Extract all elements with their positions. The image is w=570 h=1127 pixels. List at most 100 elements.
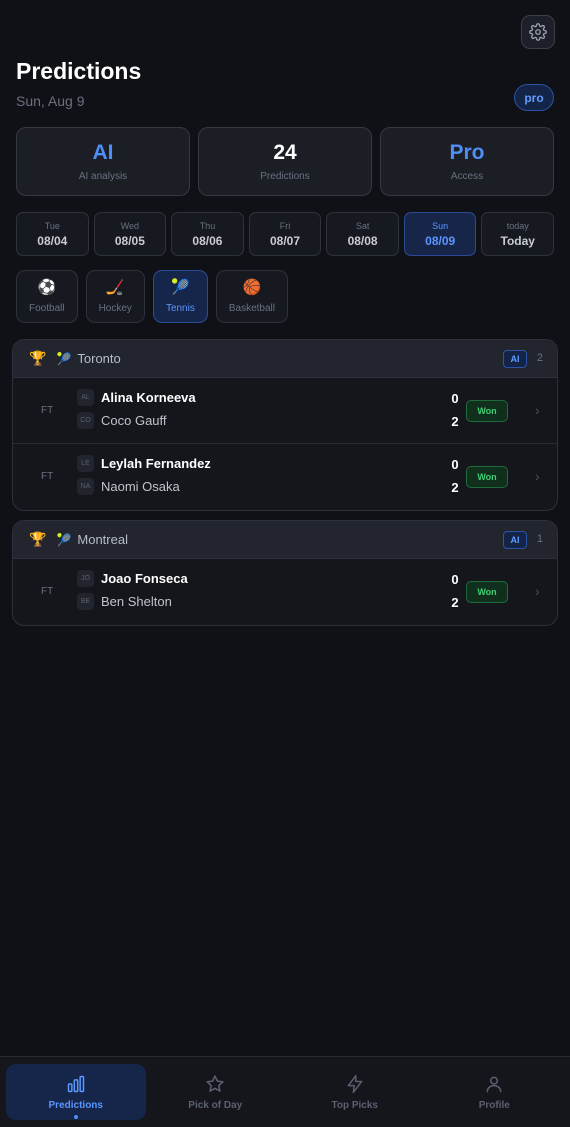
date-value: 08/07 bbox=[270, 233, 301, 248]
stat-predictions: 24 Predictions bbox=[198, 127, 372, 196]
match-count: 2 bbox=[536, 352, 543, 364]
date-day: Fri bbox=[279, 220, 291, 231]
player-row: NA Naomi Osaka bbox=[77, 478, 180, 495]
stat-value: 24 bbox=[273, 141, 297, 164]
player-name: Coco Gauff bbox=[101, 413, 167, 428]
date-sun[interactable]: Sun 08/09 bbox=[403, 212, 477, 256]
date-day: today bbox=[506, 220, 529, 231]
date-selector: Tue 08/04 Wed 08/05 Thu 08/06 Fri 08/07 … bbox=[16, 212, 555, 256]
stats-row: AI AI analysis 24 Predictions Pro Access bbox=[16, 127, 554, 196]
nav-pick-of-day[interactable]: Pick of Day bbox=[146, 1064, 286, 1120]
player-row: JO Joao Fonseca bbox=[77, 570, 188, 587]
sport-label: Football bbox=[29, 302, 65, 314]
lightning-icon bbox=[347, 1074, 363, 1093]
pro-badge[interactable]: pro bbox=[514, 84, 554, 111]
league-header[interactable]: 🏆 🎾 Montreal AI 1 bbox=[13, 521, 557, 559]
tennis-icon: 🎾 bbox=[171, 278, 190, 296]
tab-basketball[interactable]: 🏀 Basketball bbox=[215, 270, 288, 323]
chevron-right-icon: › bbox=[535, 402, 540, 418]
sport-tabs: ⚽ Football 🏒 Hockey 🎾 Tennis 🏀 Basketbal… bbox=[16, 270, 288, 323]
match-status: FT bbox=[41, 586, 54, 597]
date-day: Tue bbox=[44, 220, 60, 231]
settings-button[interactable] bbox=[521, 15, 555, 49]
date-today[interactable]: today Today bbox=[481, 212, 555, 256]
tab-football[interactable]: ⚽ Football bbox=[16, 270, 78, 323]
player-initials: CO bbox=[77, 412, 94, 429]
player-initials: NA bbox=[77, 478, 94, 495]
date-value: 08/08 bbox=[347, 233, 378, 248]
result-badge: Won bbox=[466, 400, 508, 422]
stat-value: AI bbox=[92, 141, 114, 164]
league-header[interactable]: 🏆 🎾 Toronto AI 2 bbox=[13, 340, 557, 378]
date-day: Thu bbox=[199, 220, 216, 231]
star-icon bbox=[206, 1074, 224, 1092]
active-indicator bbox=[73, 1115, 78, 1119]
date-value: 08/04 bbox=[37, 233, 68, 248]
trophy-icon: 🏆 bbox=[29, 531, 47, 547]
nav-predictions[interactable]: Predictions bbox=[6, 1064, 146, 1120]
chevron-right-icon: › bbox=[535, 583, 540, 599]
league-card-toronto: 🏆 🎾 Toronto AI 2 FT AL Alina Korneeva CO… bbox=[12, 339, 558, 511]
stat-ai: AI AI analysis bbox=[16, 127, 190, 196]
football-icon: ⚽ bbox=[37, 278, 57, 296]
match-status: FT bbox=[41, 405, 54, 416]
hockey-icon: 🏒 bbox=[105, 278, 125, 296]
page-title: Predictions bbox=[16, 58, 142, 84]
date-day: Wed bbox=[120, 220, 140, 231]
sport-label: Basketball bbox=[228, 302, 275, 314]
page-date: Sun, Aug 9 bbox=[16, 93, 85, 109]
date-tue[interactable]: Tue 08/04 bbox=[16, 212, 89, 256]
player-name: Ben Shelton bbox=[101, 594, 172, 609]
league-name: Toronto bbox=[77, 351, 121, 366]
result-badge: Won bbox=[466, 581, 508, 603]
date-day: Sat bbox=[355, 220, 370, 231]
nav-label: Pick of Day bbox=[188, 1099, 243, 1111]
nav-profile[interactable]: Profile bbox=[425, 1064, 565, 1120]
basketball-icon: 🏀 bbox=[242, 278, 262, 296]
tab-tennis[interactable]: 🎾 Tennis bbox=[152, 270, 208, 323]
date-value: 08/05 bbox=[114, 233, 145, 248]
player-initials: BE bbox=[77, 593, 94, 610]
tennis-icon: 🎾 bbox=[56, 351, 72, 366]
league-card-montreal: 🏆 🎾 Montreal AI 1 FT JO Joao Fonseca BE … bbox=[12, 520, 558, 626]
date-fri[interactable]: Fri 08/07 bbox=[248, 212, 322, 256]
chevron-right-icon: › bbox=[535, 468, 540, 484]
result-badge: Won bbox=[466, 466, 508, 488]
date-day: Sun bbox=[432, 220, 449, 231]
player-name: Alina Korneeva bbox=[101, 390, 196, 405]
nav-label: Top Picks bbox=[331, 1099, 379, 1111]
date-wed[interactable]: Wed 08/05 bbox=[93, 212, 167, 256]
nav-top-picks[interactable]: Top Picks bbox=[285, 1064, 425, 1120]
player-name: Leylah Fernandez bbox=[101, 456, 211, 471]
player-score: 0 bbox=[451, 572, 459, 587]
stat-access: Pro Access bbox=[380, 127, 554, 196]
player-score: 2 bbox=[451, 480, 459, 495]
player-score: 2 bbox=[451, 414, 459, 429]
gear-icon bbox=[529, 23, 547, 41]
match-row[interactable]: FT JO Joao Fonseca BE Ben Shelton 0 2 Wo… bbox=[13, 559, 557, 625]
tennis-icon: 🎾 bbox=[56, 532, 72, 547]
sport-label: Tennis bbox=[165, 302, 195, 314]
player-row: AL Alina Korneeva bbox=[77, 389, 196, 406]
date-value: 08/09 bbox=[425, 233, 456, 248]
trophy-icon: 🏆 bbox=[29, 350, 47, 366]
bar-chart-icon bbox=[67, 1075, 84, 1092]
match-status: FT bbox=[41, 471, 54, 482]
date-thu[interactable]: Thu 08/06 bbox=[171, 212, 244, 256]
player-row: BE Ben Shelton bbox=[77, 593, 172, 610]
stat-label: AI analysis bbox=[78, 171, 128, 182]
date-sat[interactable]: Sat 08/08 bbox=[326, 212, 399, 256]
player-name: Joao Fonseca bbox=[101, 571, 188, 586]
match-row[interactable]: FT LE Leylah Fernandez NA Naomi Osaka 0 … bbox=[13, 444, 557, 510]
date-value: Today bbox=[500, 233, 535, 248]
bottom-nav: Predictions Pick of Day Top Picks Profil… bbox=[0, 1056, 570, 1127]
player-name: Naomi Osaka bbox=[101, 479, 180, 494]
user-icon bbox=[486, 1076, 502, 1092]
stat-value: Pro bbox=[449, 141, 485, 164]
player-score: 0 bbox=[451, 457, 459, 472]
player-initials: JO bbox=[77, 570, 94, 587]
player-initials: AL bbox=[77, 389, 94, 406]
match-row[interactable]: FT AL Alina Korneeva CO Coco Gauff 0 2 W… bbox=[13, 378, 557, 444]
nav-label: Predictions bbox=[48, 1099, 103, 1111]
tab-hockey[interactable]: 🏒 Hockey bbox=[85, 270, 145, 323]
